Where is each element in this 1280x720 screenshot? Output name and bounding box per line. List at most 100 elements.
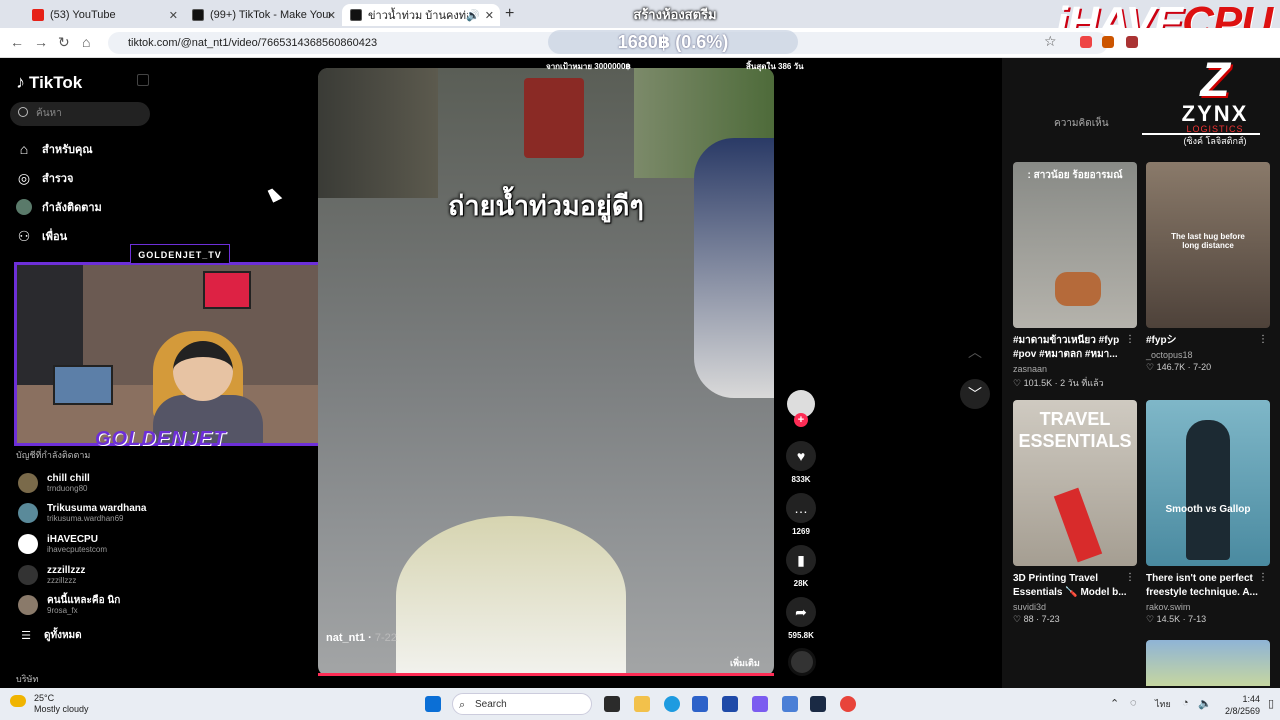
share-button[interactable]: ➦ 595.8K bbox=[786, 597, 816, 640]
save-count: 28K bbox=[793, 579, 809, 588]
volume-icon[interactable]: 🔈 bbox=[1198, 697, 1212, 710]
goal-overlay-text: จากเป้าหมาย 3000000฿ bbox=[546, 62, 631, 71]
compass-icon: ◎ bbox=[17, 169, 31, 186]
nav-for-you[interactable]: ⌂ สำหรับคุณ bbox=[16, 139, 93, 159]
card-title: #มาดามข้าวเหนียว #fyp #pov #หมาตลก #หมา.… bbox=[1013, 335, 1120, 360]
following-account[interactable]: iHAVECPU ihavecputestcom bbox=[18, 531, 107, 557]
following-avatar-icon bbox=[16, 199, 32, 215]
comment-icon: … bbox=[786, 493, 816, 523]
account-handle: 9rosa_fx bbox=[47, 605, 78, 615]
bookmark-star-icon[interactable]: ☆ bbox=[1044, 33, 1057, 50]
close-icon[interactable]: ✕ bbox=[327, 9, 336, 22]
sponsor-mark: Z bbox=[1200, 54, 1230, 107]
donation-goal-bar: 1680฿ (0.6%) bbox=[548, 30, 798, 54]
extension-icon[interactable] bbox=[1080, 36, 1092, 48]
sponsor-thai: (ซิงค์ โลจิสติกส์) bbox=[1183, 136, 1247, 146]
copilot-icon[interactable] bbox=[752, 696, 768, 712]
new-tab-button[interactable]: + bbox=[505, 5, 514, 23]
tray-overflow-icon[interactable]: ⌃ bbox=[1110, 697, 1119, 710]
tiktok-logo[interactable]: ♪ TikTok bbox=[16, 72, 82, 93]
see-all-label: ดูทั้งหมด bbox=[44, 629, 82, 641]
taskbar-search[interactable]: ⌕ Search bbox=[452, 693, 592, 715]
close-icon[interactable]: ✕ bbox=[169, 9, 178, 22]
following-account[interactable]: chill chill trnduong80 bbox=[18, 470, 90, 496]
nav-following[interactable]: กำลังติดตาม bbox=[16, 197, 102, 217]
extension-icon[interactable] bbox=[1102, 36, 1114, 48]
speaker-icon[interactable]: 🔊 bbox=[466, 9, 480, 22]
video-scene-shops bbox=[318, 68, 438, 198]
app-icon[interactable] bbox=[692, 696, 708, 712]
video-thumbnail: TRAVEL ESSENTIALS bbox=[1013, 400, 1137, 566]
weather-widget[interactable]: 25°C Mostly cloudy bbox=[10, 693, 89, 715]
like-button[interactable]: ♥ 833K bbox=[786, 441, 816, 484]
follow-plus-icon[interactable]: + bbox=[794, 413, 808, 427]
related-video-card[interactable]: TRAVEL ESSENTIALS ⋮ 3D Printing Travel E… bbox=[1013, 400, 1137, 625]
webcam-brand: GOLDENJET bbox=[95, 428, 227, 450]
video-player[interactable]: ถ่ายน้ำท่วมอยู่ดีๆ bbox=[318, 68, 774, 676]
related-video-card[interactable]: : สาวน้อย ร้อยอารมณ์ ⋮ #มาดามข้าวเหนียว … bbox=[1013, 162, 1137, 390]
account-handle: trnduong80 bbox=[47, 483, 88, 493]
more-options-icon[interactable]: ⋮ bbox=[1258, 572, 1268, 583]
heart-icon: ♥ bbox=[786, 441, 816, 471]
tab-active-video[interactable]: ข่าวน้ำท่วม บ้านคงท่อย ล่าสุด 🔊 ✕ bbox=[342, 4, 500, 26]
video-scene-rider bbox=[694, 138, 774, 398]
save-button[interactable]: ▮ 28K bbox=[786, 545, 816, 588]
wifi-icon[interactable]: ◔ bbox=[1182, 697, 1189, 709]
more-options-icon[interactable]: ⋮ bbox=[1125, 572, 1135, 583]
following-account[interactable]: Trikusuma wardhana trikusuma.wardhan69 bbox=[18, 500, 146, 526]
author-name: nat_nt1 bbox=[326, 632, 366, 644]
nav-friends[interactable]: ⚇ เพื่อน bbox=[16, 226, 67, 246]
comment-button[interactable]: … 1269 bbox=[786, 493, 816, 536]
screen: (53) YouTube ✕ (99+) TikTok - Make Your … bbox=[0, 0, 1280, 720]
steam-icon[interactable] bbox=[810, 696, 826, 712]
sponsor-logo: Z ZYNX LOGISTICS (ซิงค์ โลจิสติกส์) bbox=[1160, 54, 1270, 154]
see-all-link[interactable]: ☰ ดูทั้งหมด bbox=[18, 625, 82, 645]
back-icon[interactable]: ← bbox=[10, 34, 24, 50]
webcam-poster bbox=[203, 271, 251, 309]
card-user: rakov.swim bbox=[1146, 602, 1191, 612]
home-icon[interactable]: ⌂ bbox=[82, 34, 90, 50]
tab-tiktok[interactable]: (99+) TikTok - Make Your Day ✕ bbox=[184, 4, 342, 26]
video-author[interactable]: nat_nt1 · 7-22 bbox=[326, 632, 397, 644]
tab-title: (99+) TikTok - Make Your Day bbox=[210, 9, 330, 21]
system-clock[interactable]: 1:44 2/8/2569 bbox=[1225, 693, 1260, 717]
related-video-card-partial[interactable] bbox=[1146, 640, 1270, 686]
language-indicator[interactable]: ไทย bbox=[1155, 697, 1171, 711]
task-view-icon[interactable] bbox=[604, 696, 620, 712]
network-icon[interactable]: ◌ bbox=[1130, 697, 1137, 709]
collapse-sidebar-icon[interactable] bbox=[137, 74, 149, 86]
music-disc-icon[interactable] bbox=[788, 648, 816, 676]
following-account[interactable]: zzzillzzz zzzillzzz bbox=[18, 562, 85, 588]
tab-title: (53) YouTube bbox=[50, 9, 116, 21]
notification-icon[interactable]: ▯ bbox=[1268, 697, 1274, 710]
search-icon: ⌕ bbox=[459, 699, 466, 711]
related-video-card[interactable]: The last hug before long distance ⋮ #fyp… bbox=[1146, 162, 1270, 373]
edge-icon[interactable] bbox=[664, 696, 680, 712]
store-icon[interactable] bbox=[722, 696, 738, 712]
tab-title: ข่าวน้ำท่วม บ้านคงท่อย ล่าสุด bbox=[368, 10, 468, 22]
nav-explore[interactable]: ◎ สำรวจ bbox=[16, 168, 74, 188]
extension-icon[interactable] bbox=[1126, 36, 1138, 48]
reload-icon[interactable]: ↻ bbox=[58, 34, 70, 51]
chrome-icon[interactable] bbox=[840, 696, 856, 712]
tab-youtube[interactable]: (53) YouTube ✕ bbox=[24, 4, 184, 26]
file-explorer-icon[interactable] bbox=[634, 696, 650, 712]
friends-icon: ⚇ bbox=[17, 227, 31, 244]
more-options-icon[interactable]: ⋮ bbox=[1258, 334, 1268, 345]
previous-video-icon[interactable]: ︿ bbox=[960, 337, 990, 367]
thumbnail-text: The last hug before long distance bbox=[1171, 232, 1245, 250]
close-icon[interactable]: ✕ bbox=[485, 9, 494, 22]
more-button[interactable]: เพิ่มเติม bbox=[730, 656, 760, 670]
app-icon[interactable] bbox=[782, 696, 798, 712]
search-input[interactable]: ค้นหา bbox=[10, 102, 150, 126]
company-link[interactable]: บริษัท bbox=[16, 672, 38, 686]
next-video-icon[interactable]: ﹀ bbox=[960, 379, 990, 409]
forward-icon[interactable]: → bbox=[34, 34, 48, 50]
more-options-icon[interactable]: ⋮ bbox=[1125, 334, 1135, 345]
following-account[interactable]: คนนี้แหละคือ นิก 9rosa_fx bbox=[18, 592, 120, 618]
account-handle: trikusuma.wardhan69 bbox=[47, 513, 124, 523]
tab-comments[interactable]: ความคิดเห็น bbox=[1054, 116, 1109, 131]
related-video-card[interactable]: Smooth vs Gallop ⋮ There isn't one perfe… bbox=[1146, 400, 1270, 625]
windows-start-icon[interactable] bbox=[425, 696, 441, 712]
video-progress-bar[interactable] bbox=[318, 673, 774, 676]
